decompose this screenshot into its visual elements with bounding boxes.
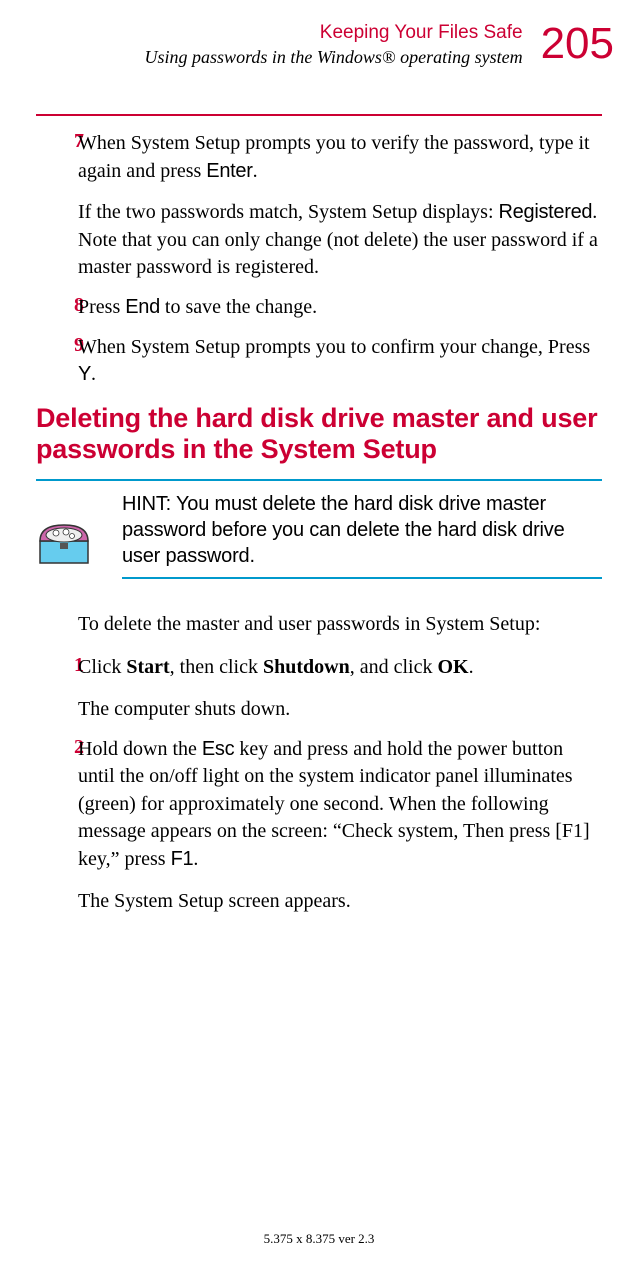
text: The System Setup screen appears. (78, 888, 602, 916)
key-end: End (125, 296, 160, 318)
step-number: 8 (36, 294, 76, 322)
bold-start: Start (126, 656, 169, 678)
bold-shutdown: Shutdown (263, 656, 350, 678)
chapter-subtitle: Using passwords in the Windows® operatin… (145, 47, 523, 68)
text: If the two passwords match, System Setup… (78, 201, 499, 223)
text: . (91, 363, 96, 385)
text: . (193, 848, 198, 870)
step-number: 2 (36, 736, 76, 916)
step-body: Click Start, then click Shutdown, and cl… (78, 654, 602, 723)
step-body: When System Setup prompts you to confirm… (78, 334, 602, 389)
step-body: When System Setup prompts you to verify … (78, 130, 602, 282)
step-body: Hold down the Esc key and press and hold… (78, 736, 602, 916)
step-number: 7 (36, 130, 76, 282)
treasure-chest-icon (36, 513, 92, 569)
divider-red (36, 114, 602, 116)
page-footer: 5.375 x 8.375 ver 2.3 (0, 1231, 638, 1247)
step-7: 7 When System Setup prompts you to verif… (36, 130, 602, 282)
page-number: 205 (541, 22, 614, 66)
text: , and click (350, 656, 438, 678)
text: , then click (170, 656, 263, 678)
label-registered: Registered (499, 201, 593, 223)
section-heading: Deleting the hard disk drive master and … (36, 403, 602, 465)
text: Press (78, 296, 125, 318)
bold-ok: OK (437, 656, 468, 678)
intro-text: To delete the master and user passwords … (78, 611, 602, 639)
text: to save the change. (160, 296, 317, 318)
step-number: 1 (36, 654, 76, 723)
text: The computer shuts down. (78, 696, 602, 724)
page-content: 7 When System Setup prompts you to verif… (0, 76, 638, 915)
text: Hold down the (78, 738, 202, 760)
text: When System Setup prompts you to confirm… (78, 336, 590, 358)
page-header: Keeping Your Files Safe Using passwords … (0, 0, 638, 76)
step-9: 9 When System Setup prompts you to confi… (36, 334, 602, 389)
chapter-title: Keeping Your Files Safe (145, 22, 523, 44)
key-esc: Esc (202, 738, 234, 760)
key-f1: F1 (171, 848, 194, 870)
header-text: Keeping Your Files Safe Using passwords … (145, 22, 523, 68)
text: . (469, 656, 474, 678)
hint-text: HINT: You must delete the hard disk driv… (122, 491, 602, 569)
text: . (253, 160, 258, 182)
step-2: 2 Hold down the Esc key and press and ho… (36, 736, 602, 916)
text: Click (78, 656, 126, 678)
step-1: 1 Click Start, then click Shutdown, and … (36, 654, 602, 723)
divider-cyan-bottom (122, 577, 602, 579)
key-enter: Enter (206, 160, 252, 182)
key-y: Y (78, 363, 91, 385)
step-8: 8 Press End to save the change. (36, 294, 602, 322)
step-number: 9 (36, 334, 76, 389)
header-row: Keeping Your Files Safe Using passwords … (0, 22, 614, 68)
text: When System Setup prompts you to verify … (78, 132, 590, 182)
hint-block: HINT: You must delete the hard disk driv… (36, 481, 602, 569)
step-body: Press End to save the change. (78, 294, 602, 322)
